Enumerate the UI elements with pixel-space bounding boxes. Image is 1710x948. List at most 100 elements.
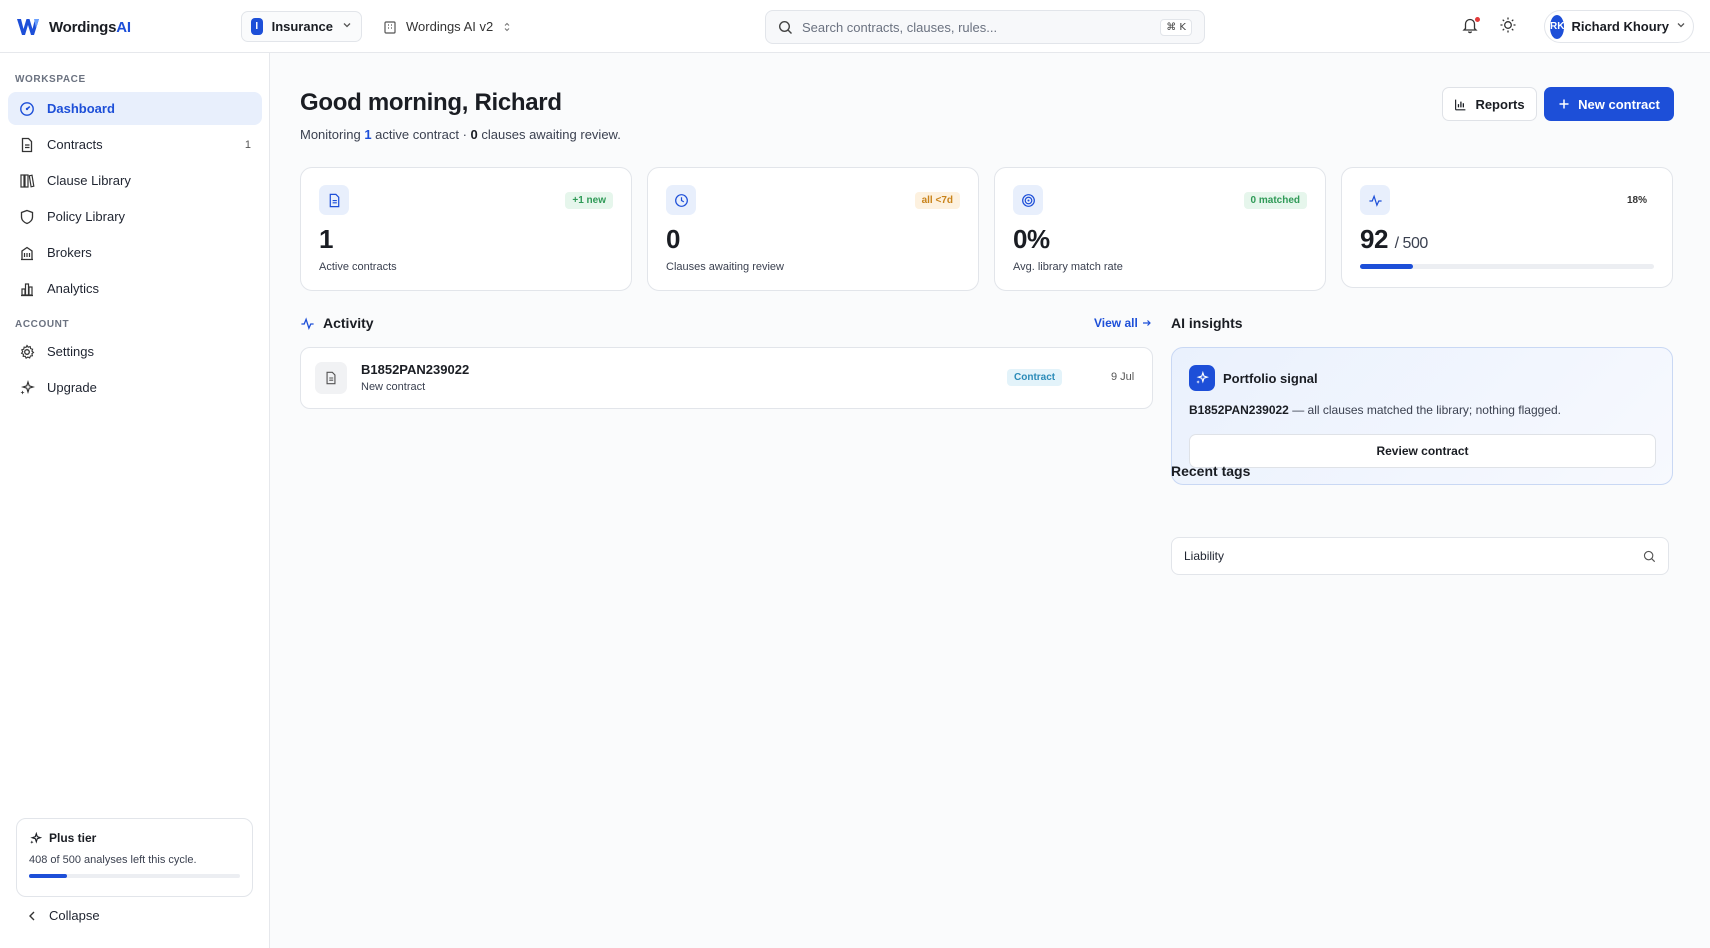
sidebar-item-upgrade[interactable]: Upgrade — [8, 371, 262, 404]
search-icon[interactable] — [1643, 550, 1656, 563]
chevron-left-icon — [29, 911, 35, 920]
sidebar-item-contracts[interactable]: Contracts 1 — [8, 128, 262, 161]
workspace-badge: I — [251, 18, 263, 35]
sidebar-item-brokers[interactable]: Brokers — [8, 236, 262, 269]
brand-name: WordingsAI — [49, 19, 131, 36]
theme-toggle[interactable] — [1499, 16, 1519, 36]
chevron-down-icon — [1676, 20, 1686, 33]
view-all-link[interactable]: View all — [1094, 316, 1152, 330]
brand-name-main: Wordings — [49, 18, 117, 36]
pulse-icon — [301, 316, 314, 330]
reports-button[interactable]: Reports — [1442, 87, 1537, 121]
active-contract-count[interactable]: 1 — [364, 127, 371, 142]
stat-card-clauses-awaiting[interactable]: all <7d 0 Clauses awaiting review — [647, 167, 979, 291]
stat-badge: all <7d — [914, 192, 960, 209]
top-bar: WordingsAI I Insurance Wordings AI v2 ⌘ … — [0, 0, 1710, 53]
clock-icon — [666, 185, 696, 215]
awaiting-clauses-count: 0 — [470, 127, 478, 142]
search-input[interactable] — [802, 19, 1152, 35]
building-icon — [384, 20, 396, 34]
portfolio-signal-header: Portfolio signal — [1189, 365, 1318, 391]
plan-card[interactable]: Plus tier 408 of 500 analyses left this … — [16, 818, 253, 897]
sparkle-icon — [20, 379, 35, 394]
arrow-right-icon — [1142, 320, 1151, 326]
portfolio-signal-text: B1852PAN239022 — all clauses matched the… — [1189, 403, 1561, 417]
stat-card-active-contracts[interactable]: +1 new 1 Active contracts — [300, 167, 632, 291]
sidebar-item-label: Clause Library — [47, 173, 131, 188]
target-icon — [1013, 185, 1043, 215]
stat-label: Avg. library match rate — [1013, 261, 1123, 273]
user-menu[interactable]: RK Richard Khoury — [1544, 10, 1694, 43]
stat-badge: 18% — [1626, 195, 1647, 206]
workspace-label: Insurance — [271, 19, 333, 34]
sidebar-item-settings[interactable]: Settings — [8, 335, 262, 368]
activity-item[interactable]: B1852PAN239022 New contract Contract 9 J… — [300, 347, 1153, 409]
new-contract-label: New contract — [1578, 96, 1660, 112]
library-icon — [20, 173, 35, 188]
ai-insights-heading: AI insights — [1171, 315, 1243, 331]
search-shortcut: ⌘ K — [1160, 18, 1192, 36]
bar-chart-icon — [21, 282, 33, 296]
sidebar-item-label: Policy Library — [47, 209, 126, 224]
stat-badge: 0 matched — [1243, 192, 1307, 209]
chevron-updown-icon — [504, 22, 510, 31]
tag-value: Liability — [1184, 549, 1225, 563]
usage-progress-fill — [1360, 264, 1413, 269]
stat-value: 92 / 500 — [1360, 224, 1428, 255]
new-contract-button[interactable]: New contract — [1544, 87, 1674, 121]
gear-icon — [20, 343, 35, 359]
sparkle-icon — [30, 831, 42, 844]
plan-usage-bar — [29, 874, 240, 878]
stat-value: 0 — [666, 224, 680, 254]
stat-card-match-rate[interactable]: 0 matched 0% Avg. library match rate — [994, 167, 1326, 291]
notification-dot — [1474, 16, 1481, 23]
subtitle-middle: active contract · — [371, 127, 471, 142]
sidebar-item-label: Dashboard — [47, 101, 115, 116]
page-subtitle: Monitoring 1 active contract · 0 clauses… — [300, 127, 621, 142]
review-contract-button[interactable]: Review contract — [1189, 434, 1656, 468]
building-icon — [21, 246, 33, 260]
plan-usage-text: 408 of 500 analyses left this cycle. — [29, 854, 197, 866]
stat-label: Active contracts — [319, 261, 397, 273]
wordings-logo-icon — [17, 19, 39, 35]
contracts-count-badge: 1 — [244, 138, 251, 151]
stat-label: Clauses awaiting review — [666, 261, 784, 273]
plan-title: Plus tier — [49, 831, 97, 845]
pulse-icon — [1360, 185, 1390, 215]
page-title: Good morning, Richard — [300, 89, 562, 116]
stat-value: 1 — [319, 224, 333, 254]
brand[interactable]: WordingsAI — [15, 14, 131, 40]
search-bar[interactable]: ⌘ K — [765, 10, 1205, 44]
usage-count: 92 — [1360, 224, 1388, 254]
stat-badge: +1 new — [565, 192, 613, 209]
subtitle-suffix: clauses awaiting review. — [477, 127, 621, 142]
view-all-label: View all — [1094, 316, 1138, 330]
sidebar-item-dashboard[interactable]: Dashboard — [8, 92, 262, 125]
signal-message: — all clauses matched the library; nothi… — [1288, 403, 1562, 417]
sidebar-section-account: ACCOUNT — [15, 319, 70, 330]
search-icon — [778, 20, 792, 34]
main-content: Good morning, Richard Monitoring 1 activ… — [270, 53, 1710, 948]
tag-search-field[interactable]: Liability — [1171, 537, 1669, 575]
stat-card-analyses-usage[interactable]: 18% 92 / 500 — [1341, 167, 1673, 288]
stat-value: 0% — [1013, 224, 1050, 254]
usage-progress-bar — [1360, 264, 1654, 269]
workspace-switcher[interactable]: I Insurance — [241, 11, 362, 42]
sidebar-item-analytics[interactable]: Analytics — [8, 272, 262, 305]
sidebar-item-clause-library[interactable]: Clause Library — [8, 164, 262, 197]
document-icon — [21, 137, 33, 152]
project-switcher[interactable]: Wordings AI v2 — [383, 11, 512, 42]
sidebar-item-policy-library[interactable]: Policy Library — [8, 200, 262, 233]
shield-icon — [20, 209, 34, 224]
sidebar-item-label: Brokers — [47, 245, 92, 260]
sidebar-item-label: Upgrade — [47, 380, 97, 395]
notifications-button[interactable] — [1461, 16, 1481, 36]
collapse-sidebar-button[interactable]: Collapse — [27, 908, 100, 923]
project-label: Wordings AI v2 — [406, 19, 494, 34]
plus-icon — [1559, 99, 1569, 109]
signal-contract-ref: B1852PAN239022 — [1189, 403, 1289, 417]
activity-type-badge: Contract — [1007, 369, 1063, 386]
avatar: RK — [1550, 14, 1565, 39]
ai-insights-title: AI insights — [1171, 315, 1243, 331]
activity-heading: Activity — [300, 315, 374, 331]
